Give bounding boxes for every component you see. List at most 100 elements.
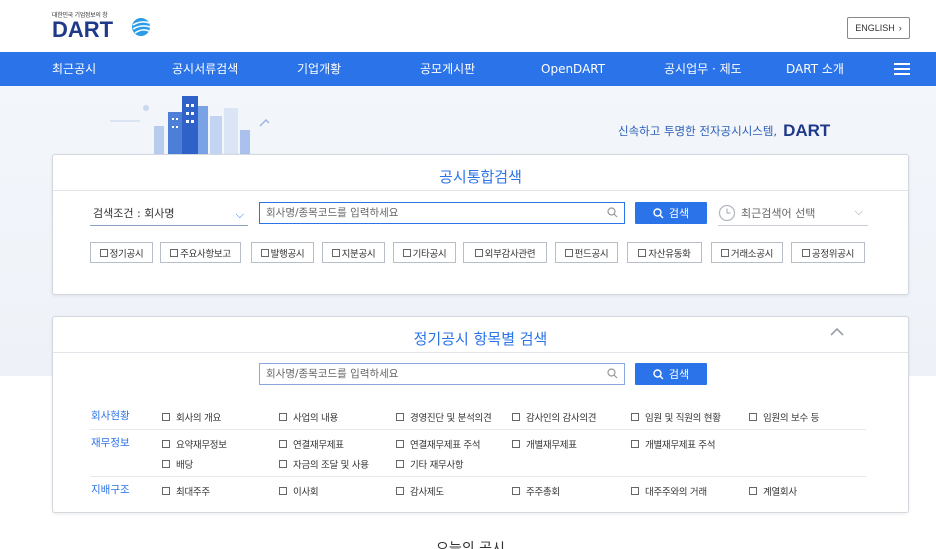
item-label: 사업의 내용 bbox=[293, 413, 338, 424]
filter-label: 지분공시 bbox=[341, 248, 376, 260]
search-placeholder: 회사명/종목코드를 입력하세요 bbox=[266, 368, 399, 380]
filter-major-report[interactable]: 주요사항보고 bbox=[160, 242, 241, 263]
search-condition-select[interactable]: 검색조건 : 회사명 ⌵ bbox=[90, 204, 248, 226]
item-label: 감사인의 감사의견 bbox=[526, 413, 597, 424]
item-label: 계열회사 bbox=[763, 487, 797, 498]
chevron-down-icon: ⌵ bbox=[854, 205, 863, 218]
menu-icon[interactable] bbox=[894, 63, 910, 75]
main-nav: 최근공시 공시서류검색 기업개황 공모게시판 OpenDART 공시업무 · 제… bbox=[0, 52, 936, 86]
search-placeholder: 회사명/종목코드를 입력하세요 bbox=[266, 207, 399, 219]
item-major-shareholder-transactions[interactable]: 대주주와의 거래 bbox=[631, 484, 707, 498]
checkbox-icon bbox=[279, 487, 287, 495]
chevron-down-icon: ⌵ bbox=[235, 208, 244, 221]
search-button-label: 검색 bbox=[668, 207, 690, 220]
slogan-brand: DART bbox=[783, 121, 831, 140]
divider bbox=[53, 190, 908, 191]
checkbox-icon bbox=[279, 413, 287, 421]
item-consolidated-notes[interactable]: 연결재무제표 주석 bbox=[396, 437, 481, 451]
recent-search-select[interactable]: 최근검색어 선택 ⌵ bbox=[718, 202, 868, 226]
logo-text: DART bbox=[52, 17, 114, 42]
filter-external-audit[interactable]: 외부감사관련 bbox=[463, 242, 547, 263]
item-board[interactable]: 이사회 bbox=[279, 484, 319, 498]
item-dividend[interactable]: 배당 bbox=[162, 457, 193, 471]
dart-logo[interactable]: 대한민국 기업정보의 창 DART bbox=[52, 10, 162, 46]
slogan-text: 신속하고 투명한 전자공시시스템, bbox=[618, 124, 778, 138]
item-consolidated-fs[interactable]: 연결재무제표 bbox=[279, 437, 344, 451]
item-executives-staff[interactable]: 임원 및 직원의 현황 bbox=[631, 410, 721, 424]
nav-about-dart[interactable]: DART 소개 bbox=[786, 52, 844, 86]
filter-ftc[interactable]: 공정위공시 bbox=[791, 242, 865, 263]
item-affiliates[interactable]: 계열회사 bbox=[749, 484, 797, 498]
filter-equity[interactable]: 지분공시 bbox=[322, 242, 385, 263]
filter-exchange[interactable]: 거래소공시 bbox=[711, 242, 783, 263]
checkbox-icon bbox=[162, 413, 170, 421]
filter-fund[interactable]: 펀드공시 bbox=[555, 242, 618, 263]
filter-label: 자산유동화 bbox=[648, 248, 691, 260]
item-shareholders-meeting[interactable]: 주주총회 bbox=[512, 484, 560, 498]
item-mdna[interactable]: 경영진단 및 분석의견 bbox=[396, 410, 492, 424]
logo-globe-icon bbox=[132, 18, 151, 36]
english-button[interactable]: ENGLISH › bbox=[847, 17, 910, 39]
item-audit-system[interactable]: 감사제도 bbox=[396, 484, 444, 498]
filter-label: 정기공시 bbox=[109, 248, 144, 260]
recent-search-label: 최근검색어 선택 bbox=[741, 207, 816, 220]
integrated-search-input[interactable]: 회사명/종목코드를 입력하세요 bbox=[259, 202, 625, 224]
category-financial-info: 재무정보 bbox=[91, 437, 130, 449]
filter-issuance[interactable]: 발행공시 bbox=[251, 242, 314, 263]
item-company-overview[interactable]: 회사의 개요 bbox=[162, 410, 221, 424]
item-label: 주주총회 bbox=[526, 487, 560, 498]
filter-label: 발행공시 bbox=[270, 248, 305, 260]
item-label: 요약재무정보 bbox=[176, 440, 227, 451]
filter-label: 외부감사관련 bbox=[484, 248, 536, 260]
item-summary-fs[interactable]: 요약재무정보 bbox=[162, 437, 227, 451]
item-auditor-opinion[interactable]: 감사인의 감사의견 bbox=[512, 410, 597, 424]
periodic-search-input[interactable]: 회사명/종목코드를 입력하세요 bbox=[259, 363, 625, 385]
periodic-search-button[interactable]: 검색 bbox=[635, 363, 707, 385]
filter-other[interactable]: 기타공시 bbox=[393, 242, 456, 263]
filter-securitization[interactable]: 자산유동화 bbox=[627, 242, 702, 263]
checkbox-icon bbox=[402, 248, 411, 257]
item-label: 연결재무제표 주석 bbox=[410, 440, 481, 451]
search-icon bbox=[653, 368, 664, 379]
chevron-up-icon[interactable] bbox=[829, 326, 845, 338]
checkbox-icon bbox=[638, 248, 647, 257]
top-header: 대한민국 기업정보의 창 DART ENGLISH › bbox=[0, 0, 936, 52]
checkbox-icon bbox=[564, 248, 573, 257]
checkbox-icon bbox=[162, 440, 170, 448]
item-label: 임원의 보수 등 bbox=[763, 413, 820, 424]
checkbox-icon bbox=[512, 440, 520, 448]
nav-recent-disclosure[interactable]: 최근공시 bbox=[52, 52, 96, 86]
search-icon bbox=[653, 207, 664, 218]
item-business[interactable]: 사업의 내용 bbox=[279, 410, 338, 424]
divider bbox=[53, 352, 908, 353]
nav-opendart[interactable]: OpenDART bbox=[541, 52, 605, 86]
checkbox-icon bbox=[512, 487, 520, 495]
row-divider bbox=[90, 476, 866, 477]
checkbox-icon bbox=[162, 460, 170, 468]
nav-disclosure-system[interactable]: 공시업무 · 제도 bbox=[664, 52, 742, 86]
checkbox-icon bbox=[631, 440, 639, 448]
nav-offering-board[interactable]: 공모게시판 bbox=[420, 52, 475, 86]
nav-document-search[interactable]: 공시서류검색 bbox=[172, 52, 238, 86]
item-separate-fs[interactable]: 개별재무제표 bbox=[512, 437, 577, 451]
checkbox-icon bbox=[279, 440, 287, 448]
filter-label: 주요사항보고 bbox=[180, 248, 231, 260]
checkbox-icon bbox=[162, 487, 170, 495]
checkbox-icon bbox=[512, 413, 520, 421]
filter-label: 거래소공시 bbox=[730, 248, 774, 260]
today-disclosure-title: 오늘의 공시 bbox=[436, 541, 505, 549]
item-label: 이사회 bbox=[293, 487, 319, 498]
filter-label: 공정위공시 bbox=[811, 248, 855, 260]
checkbox-icon bbox=[331, 248, 340, 257]
item-funding-use[interactable]: 자금의 조달 및 사용 bbox=[279, 457, 369, 471]
item-executive-pay[interactable]: 임원의 보수 등 bbox=[749, 410, 819, 424]
filter-periodic[interactable]: 정기공시 bbox=[90, 242, 153, 263]
checkbox-icon bbox=[720, 248, 729, 257]
item-separate-notes[interactable]: 개별재무제표 주석 bbox=[631, 437, 716, 451]
item-label: 임원 및 직원의 현황 bbox=[645, 413, 721, 424]
item-label: 감사제도 bbox=[410, 487, 444, 498]
item-other-financial[interactable]: 기타 재무사항 bbox=[396, 457, 464, 471]
nav-company-overview[interactable]: 기업개황 bbox=[297, 52, 341, 86]
integrated-search-button[interactable]: 검색 bbox=[635, 202, 707, 224]
item-largest-shareholder[interactable]: 최대주주 bbox=[162, 484, 210, 498]
